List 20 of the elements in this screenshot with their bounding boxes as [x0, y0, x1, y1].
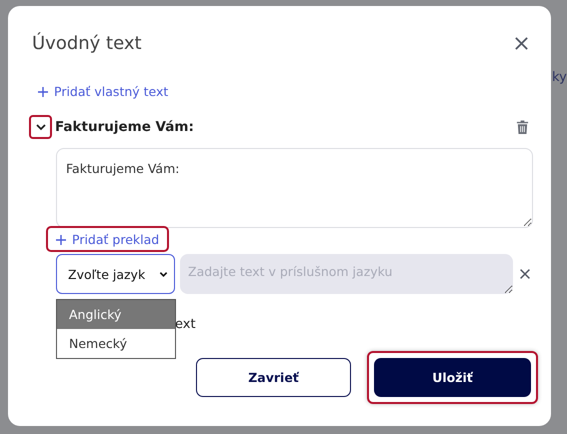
add-text-link[interactable]: Pridať vlastný text	[38, 80, 168, 102]
close-icon[interactable]	[514, 36, 529, 50]
chevron-icon	[159, 270, 168, 278]
language-select[interactable]: Zvoľte jazyk	[56, 254, 175, 294]
link-text: ext	[175, 317, 196, 332]
language-option[interactable]: Nemecký	[57, 329, 175, 358]
language-option[interactable]: Anglický	[57, 300, 175, 329]
dialog-title: Úvodný text	[32, 32, 142, 54]
block-title: Fakturujeme Vám:	[55, 119, 195, 135]
background-text: ky	[552, 70, 567, 85]
translation-field[interactable]: Zadajte text v príslušnom jazyku	[180, 254, 513, 294]
expand-toggle[interactable]	[29, 115, 52, 139]
trash-icon[interactable]	[516, 119, 529, 135]
save-button[interactable]: Uložiť	[374, 358, 531, 397]
add-translation-link[interactable]: Pridať preklad	[46, 226, 170, 252]
plus-icon	[56, 234, 66, 244]
remove-icon[interactable]	[518, 267, 532, 281]
text-area[interactable]: Fakturujeme Vám:	[56, 148, 533, 228]
close-button[interactable]: Zavrieť	[196, 358, 351, 397]
plus-icon	[38, 86, 48, 96]
